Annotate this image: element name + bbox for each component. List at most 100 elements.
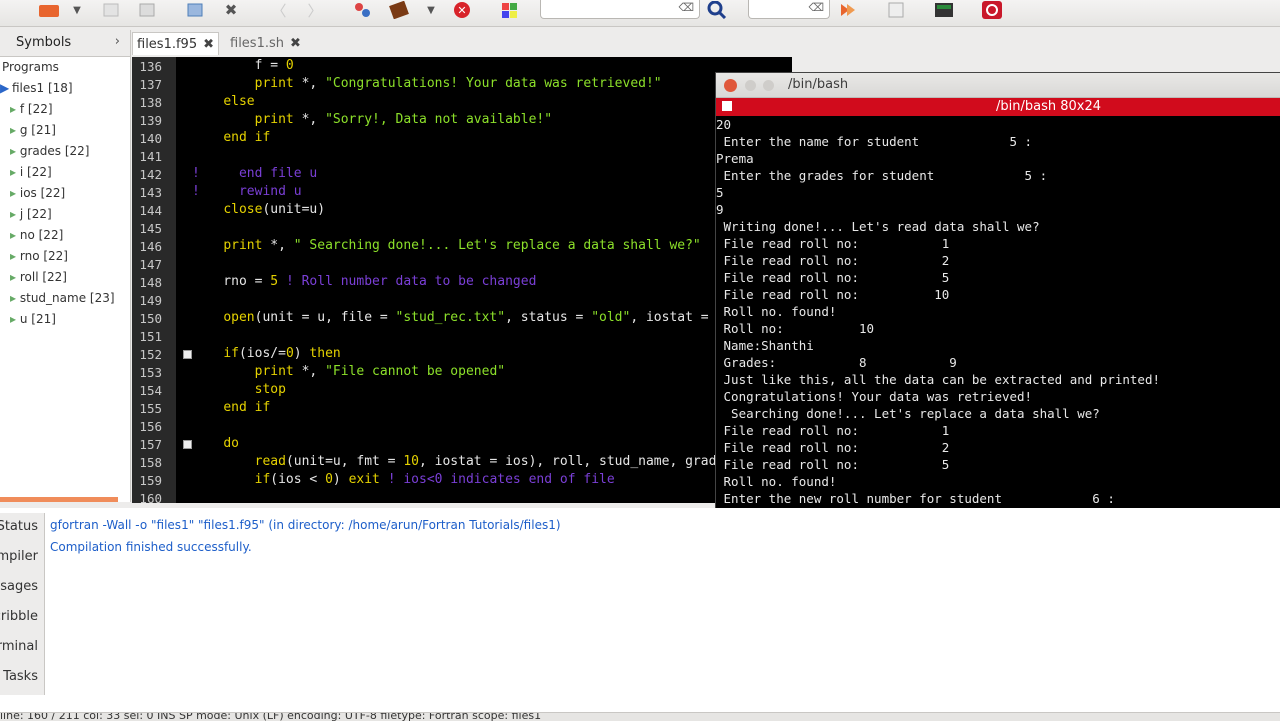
- search-input[interactable]: ⌫: [540, 0, 700, 19]
- code-line[interactable]: end if: [192, 130, 270, 145]
- terminal-line: Enter the grades for student 5 :: [716, 168, 1048, 183]
- terminal-tab-bar: /bin/bash 80x24: [716, 98, 1280, 116]
- code-line[interactable]: do: [192, 436, 239, 451]
- tree-item-j[interactable]: ▸ j [22]: [10, 207, 52, 221]
- tree-item-files1[interactable]: files1 [18]: [12, 81, 73, 95]
- compile-icon[interactable]: [350, 0, 374, 20]
- build-icon[interactable]: [386, 0, 412, 20]
- tab-tasks[interactable]: Tasks: [0, 663, 42, 691]
- code-editor[interactable]: 136 137 138 139 140 141 142 143 144 145 …: [132, 57, 792, 503]
- close-icon[interactable]: ✖: [220, 0, 242, 20]
- tree-item-grades[interactable]: ▸ grades [22]: [10, 144, 89, 158]
- tab-symbols[interactable]: Symbols ›: [0, 30, 130, 57]
- terminal-line: File read roll no: 5: [716, 457, 950, 472]
- tree-item-g[interactable]: ▸ g [21]: [10, 123, 56, 137]
- tree-item-roll[interactable]: ▸ roll [22]: [10, 270, 67, 284]
- tree-item-rno[interactable]: ▸ rno [22]: [10, 249, 68, 263]
- stop-icon[interactable]: ✕: [450, 0, 474, 20]
- line-number: 156: [139, 419, 162, 434]
- tree-item-programs[interactable]: Programs: [2, 60, 59, 74]
- line-number: 138: [139, 95, 162, 110]
- new-file-icon[interactable]: [36, 0, 62, 20]
- dropdown-arrow-icon[interactable]: ▼: [70, 0, 84, 20]
- back-icon[interactable]: 〈: [268, 0, 290, 20]
- code-line[interactable]: close(unit=u): [192, 202, 325, 217]
- tab-label: files1.f95: [137, 36, 198, 52]
- line-number: 151: [139, 329, 162, 344]
- clear-icon[interactable]: ⌫: [678, 1, 694, 14]
- color-chooser-icon[interactable]: [498, 0, 522, 20]
- preferences-icon[interactable]: [884, 0, 908, 20]
- line-number: 147: [139, 257, 162, 272]
- clear-icon[interactable]: ⌫: [808, 1, 824, 14]
- fold-marker[interactable]: [183, 350, 192, 359]
- code-line[interactable]: if(ios/=0) then: [192, 346, 340, 361]
- chevron-right-icon[interactable]: ›: [115, 34, 120, 49]
- code-line[interactable]: stop: [192, 382, 286, 397]
- open-icon[interactable]: [100, 0, 122, 20]
- tab-scribble[interactable]: Scribble: [0, 603, 42, 631]
- code-line[interactable]: print *, "Congratulations! Your data was…: [192, 76, 662, 91]
- code-line[interactable]: ! rewind u: [192, 184, 302, 199]
- line-number: 159: [139, 473, 162, 488]
- quit-icon[interactable]: [980, 0, 1004, 20]
- line-number: 137: [139, 77, 162, 92]
- tree-item-stud-name[interactable]: ▸ stud_name [23]: [10, 291, 115, 305]
- minimize-window-icon[interactable]: [745, 80, 756, 91]
- tree-item-f[interactable]: ▸ f [22]: [10, 102, 53, 116]
- fold-marker[interactable]: [183, 440, 192, 449]
- toolbar: ▼ ✖ 〈 〉 ▼ ✕ ⌫ ⌫: [0, 0, 1280, 27]
- line-number: 140: [139, 131, 162, 146]
- line-number: 145: [139, 221, 162, 236]
- code-line[interactable]: open(unit = u, file = "stud_rec.txt", st…: [192, 310, 747, 325]
- window-title: /bin/bash: [788, 77, 849, 92]
- terminal-line: 20: [716, 117, 732, 132]
- tab-compiler[interactable]: Compiler: [0, 543, 42, 571]
- tab-status[interactable]: Status: [0, 513, 42, 541]
- search-icon[interactable]: [704, 0, 730, 20]
- code-line[interactable]: else: [192, 94, 254, 109]
- maximize-window-icon[interactable]: [763, 80, 774, 91]
- tab-files1-f95[interactable]: files1.f95 ✖: [132, 32, 219, 55]
- line-number: 144: [139, 203, 162, 218]
- code-line[interactable]: if(ios < 0) exit ! ios<0 indicates end o…: [192, 472, 615, 487]
- code-line[interactable]: read(unit=u, fmt = 10, iostat = ios), ro…: [192, 454, 732, 469]
- code-line[interactable]: f = 0: [192, 58, 294, 73]
- terminal-line: Roll no. found!: [716, 304, 837, 319]
- dropdown-arrow-icon[interactable]: ▼: [424, 0, 438, 20]
- close-icon[interactable]: ✖: [290, 36, 301, 51]
- code-line[interactable]: rno = 5 ! Roll number data to be changed: [192, 274, 536, 289]
- terminal-line: Grades: 8 9: [716, 355, 957, 370]
- terminal-line: Prema: [716, 151, 754, 166]
- code-line[interactable]: print *, " Searching done!... Let's repl…: [192, 238, 700, 253]
- terminal-window[interactable]: /bin/bash /bin/bash 80x24 20 Enter the n…: [715, 72, 1280, 527]
- code-line[interactable]: print *, "File cannot be opened": [192, 364, 505, 379]
- terminal-tab-title: /bin/bash 80x24: [996, 99, 1102, 114]
- close-icon[interactable]: ✖: [203, 37, 214, 52]
- code-line[interactable]: print *, "Sorry!, Data not available!": [192, 112, 552, 127]
- tree-item-ios[interactable]: ▸ ios [22]: [10, 186, 65, 200]
- goto-line-input[interactable]: ⌫: [748, 0, 830, 19]
- compiler-message[interactable]: Compilation finished successfully.: [50, 540, 252, 554]
- save-icon[interactable]: [136, 0, 158, 20]
- close-window-icon[interactable]: [724, 79, 737, 92]
- tree-item-u[interactable]: ▸ u [21]: [10, 312, 56, 326]
- line-number: 141: [139, 149, 162, 164]
- tree-expander-icon[interactable]: ▶: [0, 81, 9, 95]
- compiler-message[interactable]: gfortran -Wall -o "files1" "files1.f95" …: [50, 518, 561, 532]
- revert-icon[interactable]: [184, 0, 206, 20]
- tab-terminal[interactable]: Terminal: [0, 633, 42, 661]
- terminal-line: File read roll no: 2: [716, 253, 950, 268]
- code-line[interactable]: ! end file u: [192, 166, 317, 181]
- terminal-icon[interactable]: [932, 0, 956, 20]
- tree-item-i[interactable]: ▸ i [22]: [10, 165, 52, 179]
- terminal-tab-icon: [722, 101, 732, 111]
- tab-files1-sh[interactable]: files1.sh ✖: [226, 32, 305, 54]
- jump-icon[interactable]: [834, 0, 860, 20]
- code-line[interactable]: end if: [192, 400, 270, 415]
- forward-icon[interactable]: 〉: [304, 0, 326, 20]
- tab-messages[interactable]: Messages: [0, 573, 42, 601]
- tree-item-no[interactable]: ▸ no [22]: [10, 228, 63, 242]
- terminal-titlebar[interactable]: /bin/bash: [716, 73, 1280, 98]
- sidebar-scrollbar[interactable]: [0, 497, 118, 502]
